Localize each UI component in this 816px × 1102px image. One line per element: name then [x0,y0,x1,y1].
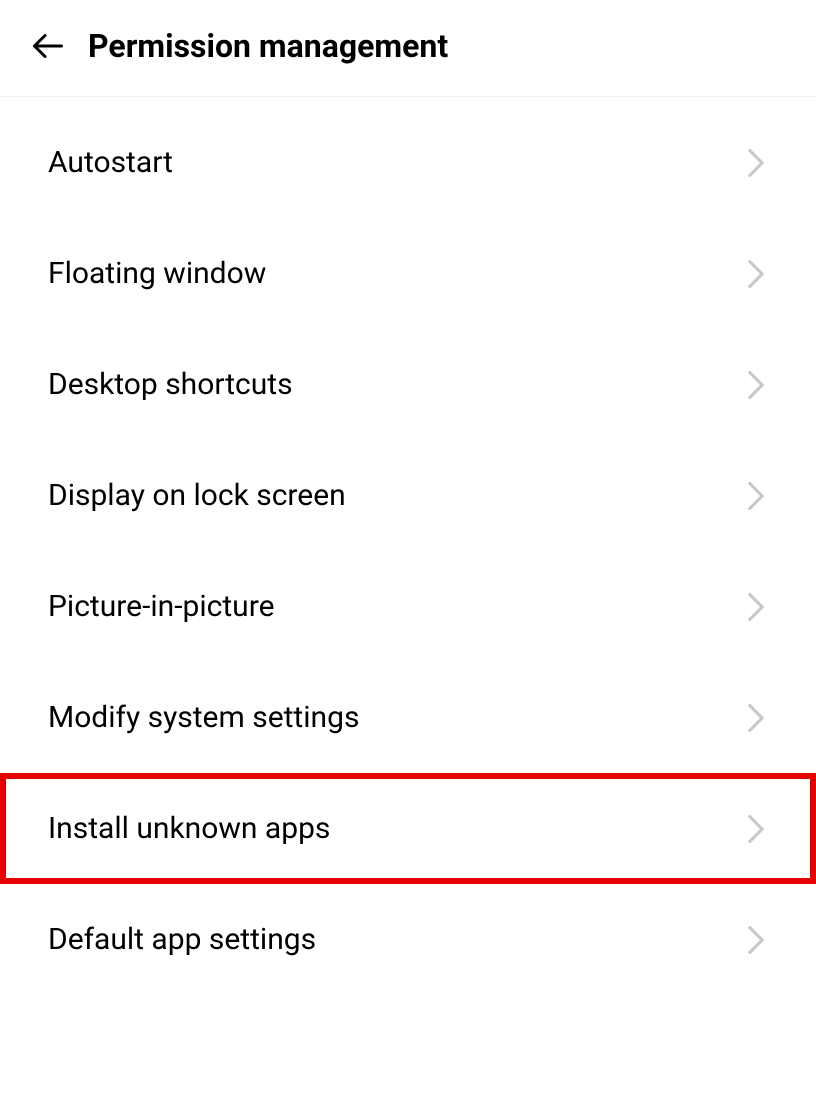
arrow-left-icon [30,28,66,64]
chevron-right-icon [744,484,768,508]
list-item-label: Install unknown apps [48,811,330,846]
list-item-desktop-shortcuts[interactable]: Desktop shortcuts [0,329,816,440]
list-item-label: Picture-in-picture [48,589,275,624]
list-item-modify-system-settings[interactable]: Modify system settings [0,662,816,773]
chevron-right-icon [744,151,768,175]
list-item-display-on-lock-screen[interactable]: Display on lock screen [0,440,816,551]
list-item-label: Autostart [48,145,173,180]
chevron-right-icon [744,817,768,841]
chevron-right-icon [744,262,768,286]
chevron-right-icon [744,706,768,730]
list-item-label: Desktop shortcuts [48,367,293,402]
list-item-label: Modify system settings [48,700,359,735]
list-item-label: Floating window [48,256,266,291]
page-title: Permission management [88,27,448,65]
header: Permission management [0,0,816,97]
list-item-label: Default app settings [48,922,316,957]
list-item-install-unknown-apps[interactable]: Install unknown apps [0,773,816,884]
list-item-floating-window[interactable]: Floating window [0,218,816,329]
list-item-picture-in-picture[interactable]: Picture-in-picture [0,551,816,662]
list-item-default-app-settings[interactable]: Default app settings [0,884,816,995]
list-item-label: Display on lock screen [48,478,346,513]
back-button[interactable] [28,26,68,66]
chevron-right-icon [744,595,768,619]
chevron-right-icon [744,928,768,952]
chevron-right-icon [744,373,768,397]
settings-list: Autostart Floating window Desktop shortc… [0,97,816,995]
list-item-autostart[interactable]: Autostart [0,107,816,218]
